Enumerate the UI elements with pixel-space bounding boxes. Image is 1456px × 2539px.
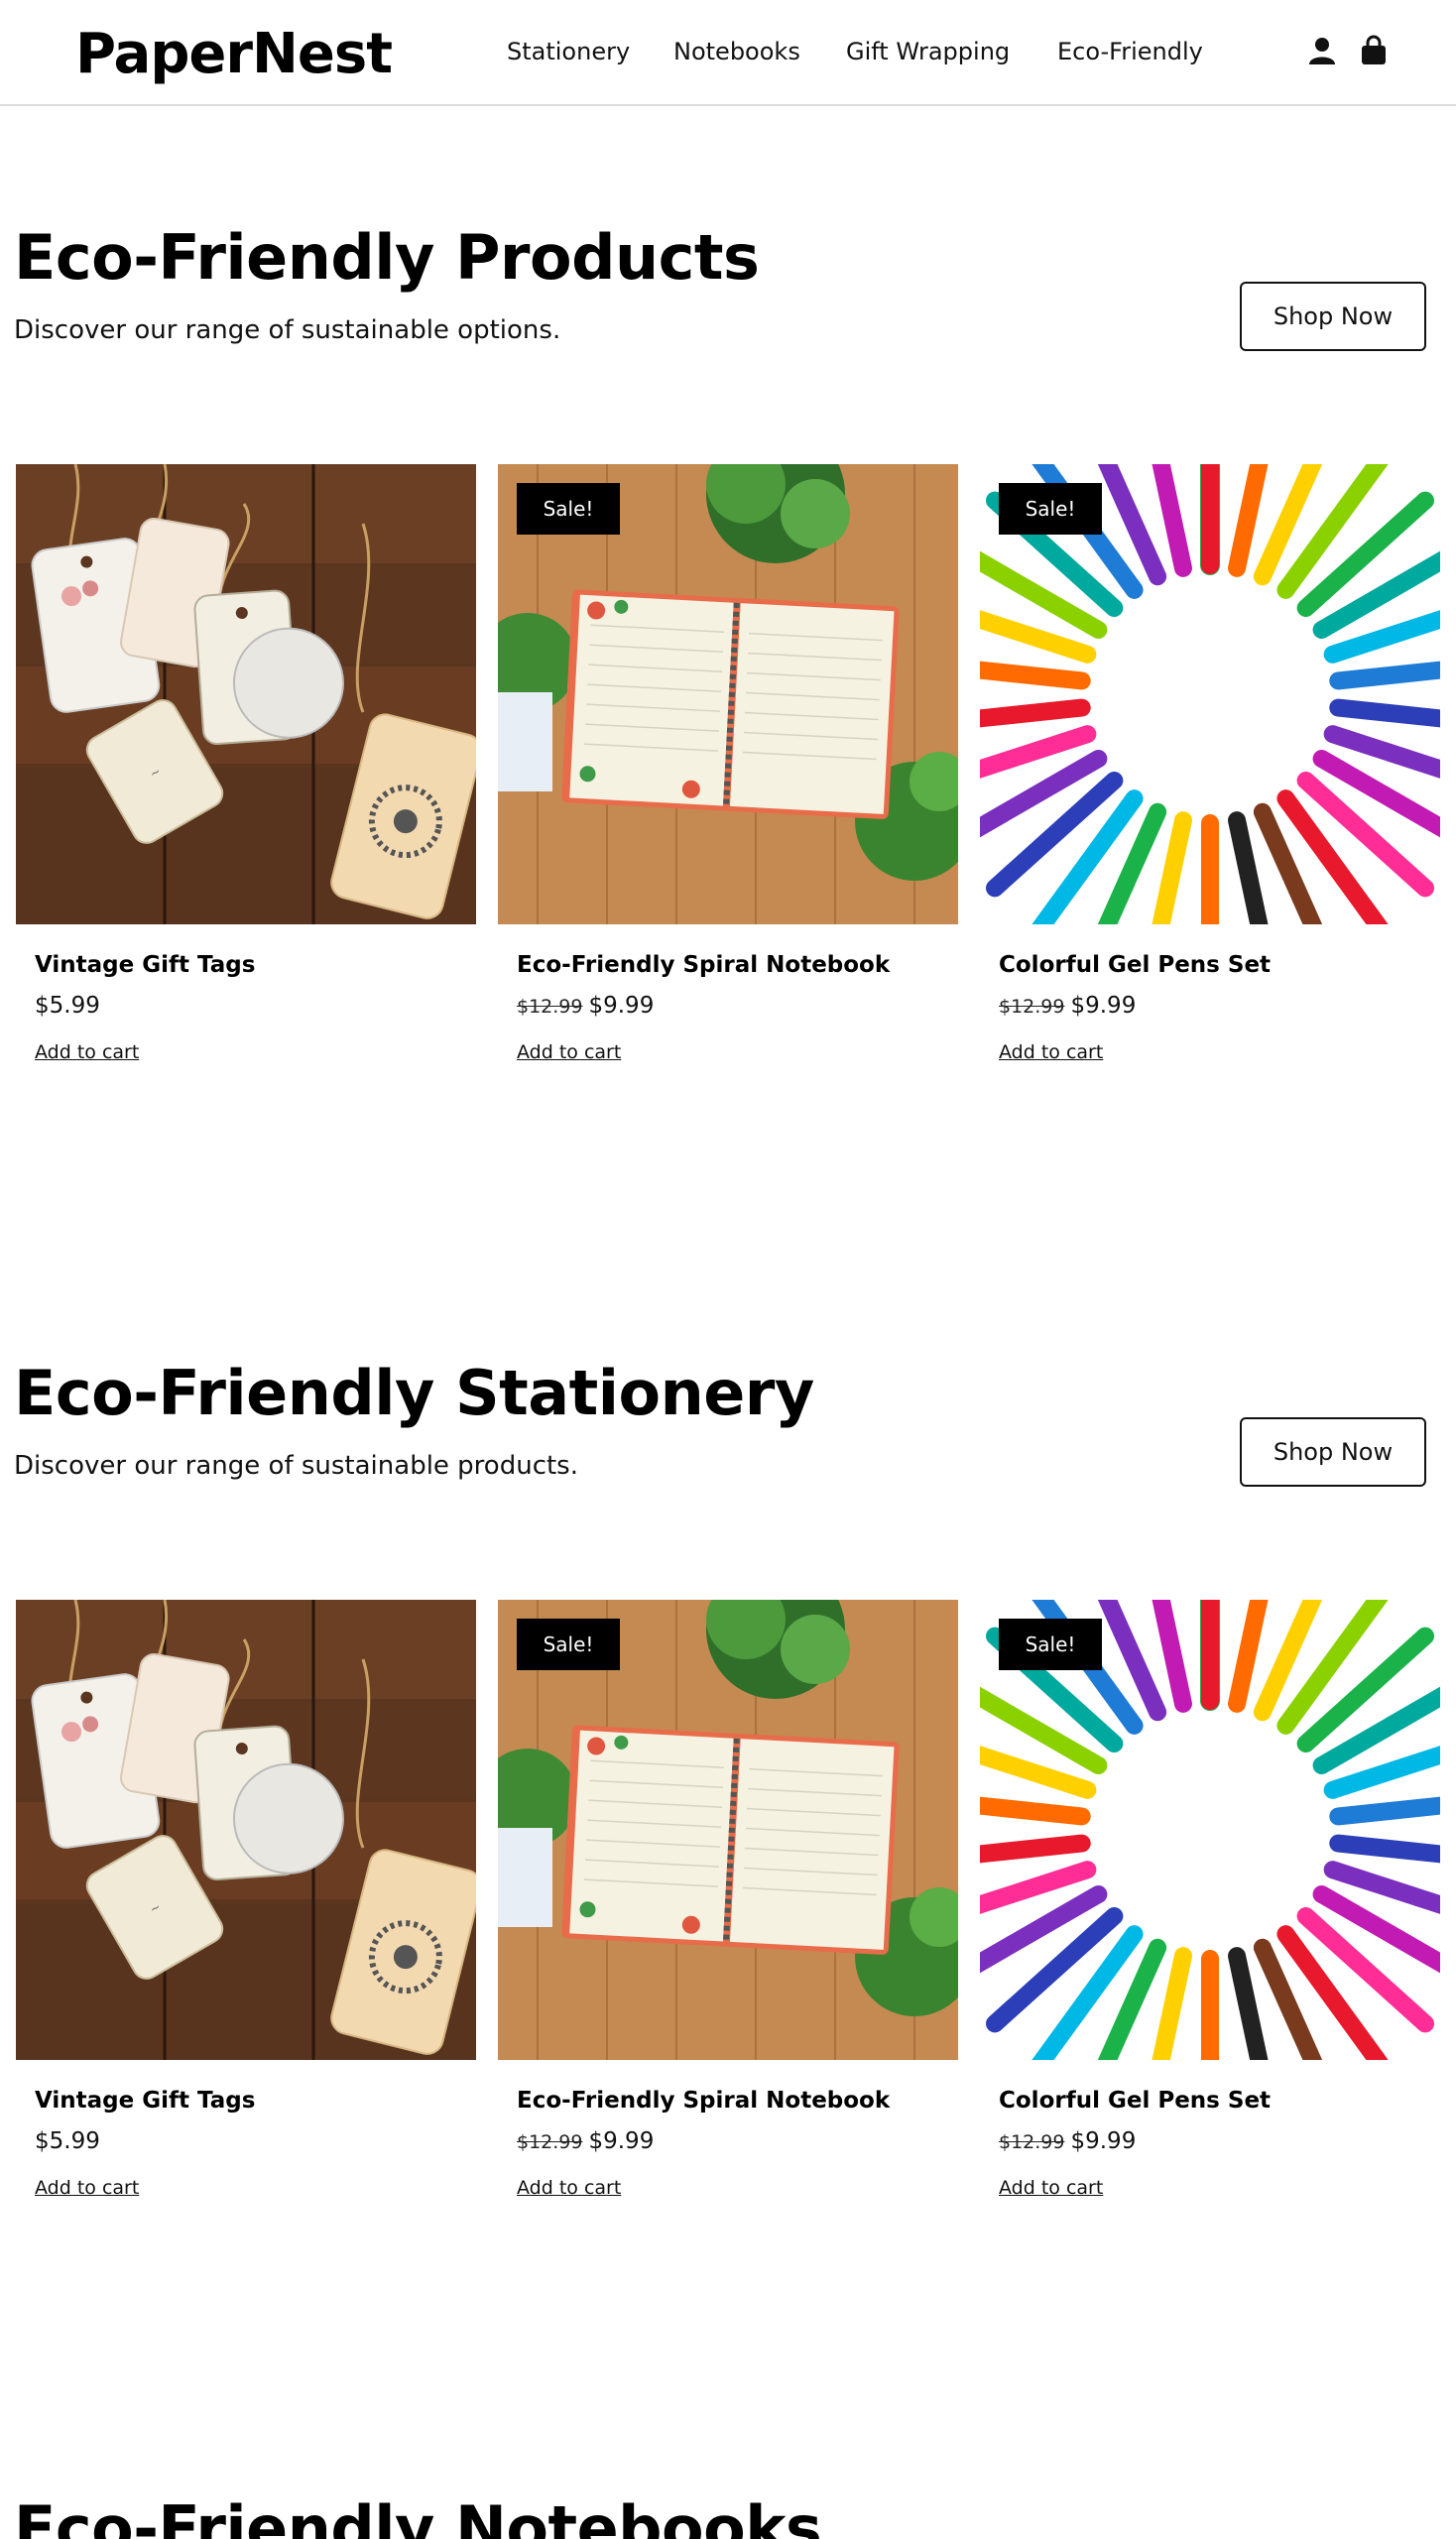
nav-item-stationery[interactable]: Stationery: [507, 34, 630, 69]
product-name[interactable]: Colorful Gel Pens Set: [999, 950, 1271, 980]
nav-item-gift-wrapping[interactable]: Gift Wrapping: [846, 34, 1010, 69]
product-image-notebook[interactable]: Sale!: [498, 1600, 958, 2060]
section-title: Eco-Friendly Stationery: [14, 1357, 814, 1429]
product-name[interactable]: Vintage Gift Tags: [35, 2086, 255, 2116]
product-name[interactable]: Colorful Gel Pens Set: [999, 2086, 1271, 2116]
user-icon[interactable]: [1305, 34, 1339, 67]
nav-item-eco-friendly[interactable]: Eco-Friendly: [1057, 34, 1203, 69]
product-name[interactable]: Eco-Friendly Spiral Notebook: [517, 2086, 890, 2116]
add-to-cart-link[interactable]: Add to cart: [517, 2175, 621, 2201]
product-name[interactable]: Vintage Gift Tags: [35, 950, 255, 980]
product-price: $12.99 $9.99: [517, 2126, 654, 2157]
product-image-notebook[interactable]: Sale!: [498, 464, 958, 924]
shop-now-button[interactable]: Shop Now: [1240, 1417, 1426, 1487]
section-eco-friendly-notebooks: Eco-Friendly Notebooks: [0, 2489, 1456, 2539]
product-card[interactable]: Sale! Eco-Friendly Spiral Notebook $12.9…: [498, 1600, 958, 2199]
section-eco-friendly-stationery: Eco-Friendly Stationery Discover our ran…: [0, 1354, 1456, 2246]
product-image-gift-tags[interactable]: [16, 1600, 476, 2060]
product-name[interactable]: Eco-Friendly Spiral Notebook: [517, 950, 890, 980]
product-price-old: $12.99: [517, 2131, 583, 2153]
product-card[interactable]: Vintage Gift Tags $5.99 Add to cart: [16, 1600, 476, 2199]
product-image-gift-tags[interactable]: [16, 464, 476, 924]
add-to-cart-link[interactable]: Add to cart: [35, 1039, 139, 1065]
section-title: Eco-Friendly Notebooks: [14, 2492, 822, 2539]
product-image-gel-pens[interactable]: Sale!: [980, 464, 1440, 924]
shop-now-button[interactable]: Shop Now: [1240, 282, 1426, 351]
product-price: $12.99 $9.99: [999, 991, 1136, 1022]
product-price-current: $9.99: [588, 2128, 655, 2154]
product-price-current: $9.99: [1070, 2128, 1137, 2154]
section-subtitle: Discover our range of sustainable produc…: [14, 1451, 578, 1481]
product-card[interactable]: Vintage Gift Tags $5.99 Add to cart: [16, 464, 476, 1063]
section-subtitle: Discover our range of sustainable option…: [14, 315, 561, 345]
product-price: $5.99: [35, 2126, 100, 2156]
section-eco-friendly-products: Eco-Friendly Products Discover our range…: [0, 218, 1456, 1111]
site-header: PaperNest Stationery Notebooks Gift Wrap…: [0, 0, 1456, 106]
product-image-gel-pens[interactable]: Sale!: [980, 1600, 1440, 2060]
add-to-cart-link[interactable]: Add to cart: [999, 2175, 1103, 2201]
product-price: $12.99 $9.99: [999, 2126, 1136, 2157]
add-to-cart-link[interactable]: Add to cart: [517, 1039, 621, 1065]
sale-badge: Sale!: [999, 483, 1102, 535]
site-logo[interactable]: PaperNest: [75, 20, 393, 89]
product-price-current: $5.99: [35, 993, 100, 1019]
product-price-old: $12.99: [517, 996, 583, 1018]
product-price: $5.99: [35, 991, 100, 1021]
add-to-cart-link[interactable]: Add to cart: [999, 1039, 1103, 1065]
nav-item-notebooks[interactable]: Notebooks: [673, 34, 800, 69]
product-card[interactable]: Sale! Colorful Gel Pens Set $12.99 $9.99 …: [980, 1600, 1440, 2199]
product-price: $12.99 $9.99: [517, 991, 654, 1022]
sale-badge: Sale!: [999, 1619, 1102, 1670]
product-card[interactable]: Sale! Colorful Gel Pens Set $12.99 $9.99 …: [980, 464, 1440, 1063]
section-title: Eco-Friendly Products: [14, 221, 760, 294]
shopping-bag-icon[interactable]: [1357, 34, 1391, 67]
product-card[interactable]: Sale! Eco-Friendly Spiral Notebook $12.9…: [498, 464, 958, 1063]
product-price-current: $5.99: [35, 2128, 100, 2154]
product-price-old: $12.99: [999, 2131, 1065, 2153]
product-price-current: $9.99: [1070, 993, 1137, 1019]
sale-badge: Sale!: [517, 483, 620, 535]
sale-badge: Sale!: [517, 1619, 620, 1670]
product-price-old: $12.99: [999, 996, 1065, 1018]
product-price-current: $9.99: [588, 993, 655, 1019]
add-to-cart-link[interactable]: Add to cart: [35, 2175, 139, 2201]
